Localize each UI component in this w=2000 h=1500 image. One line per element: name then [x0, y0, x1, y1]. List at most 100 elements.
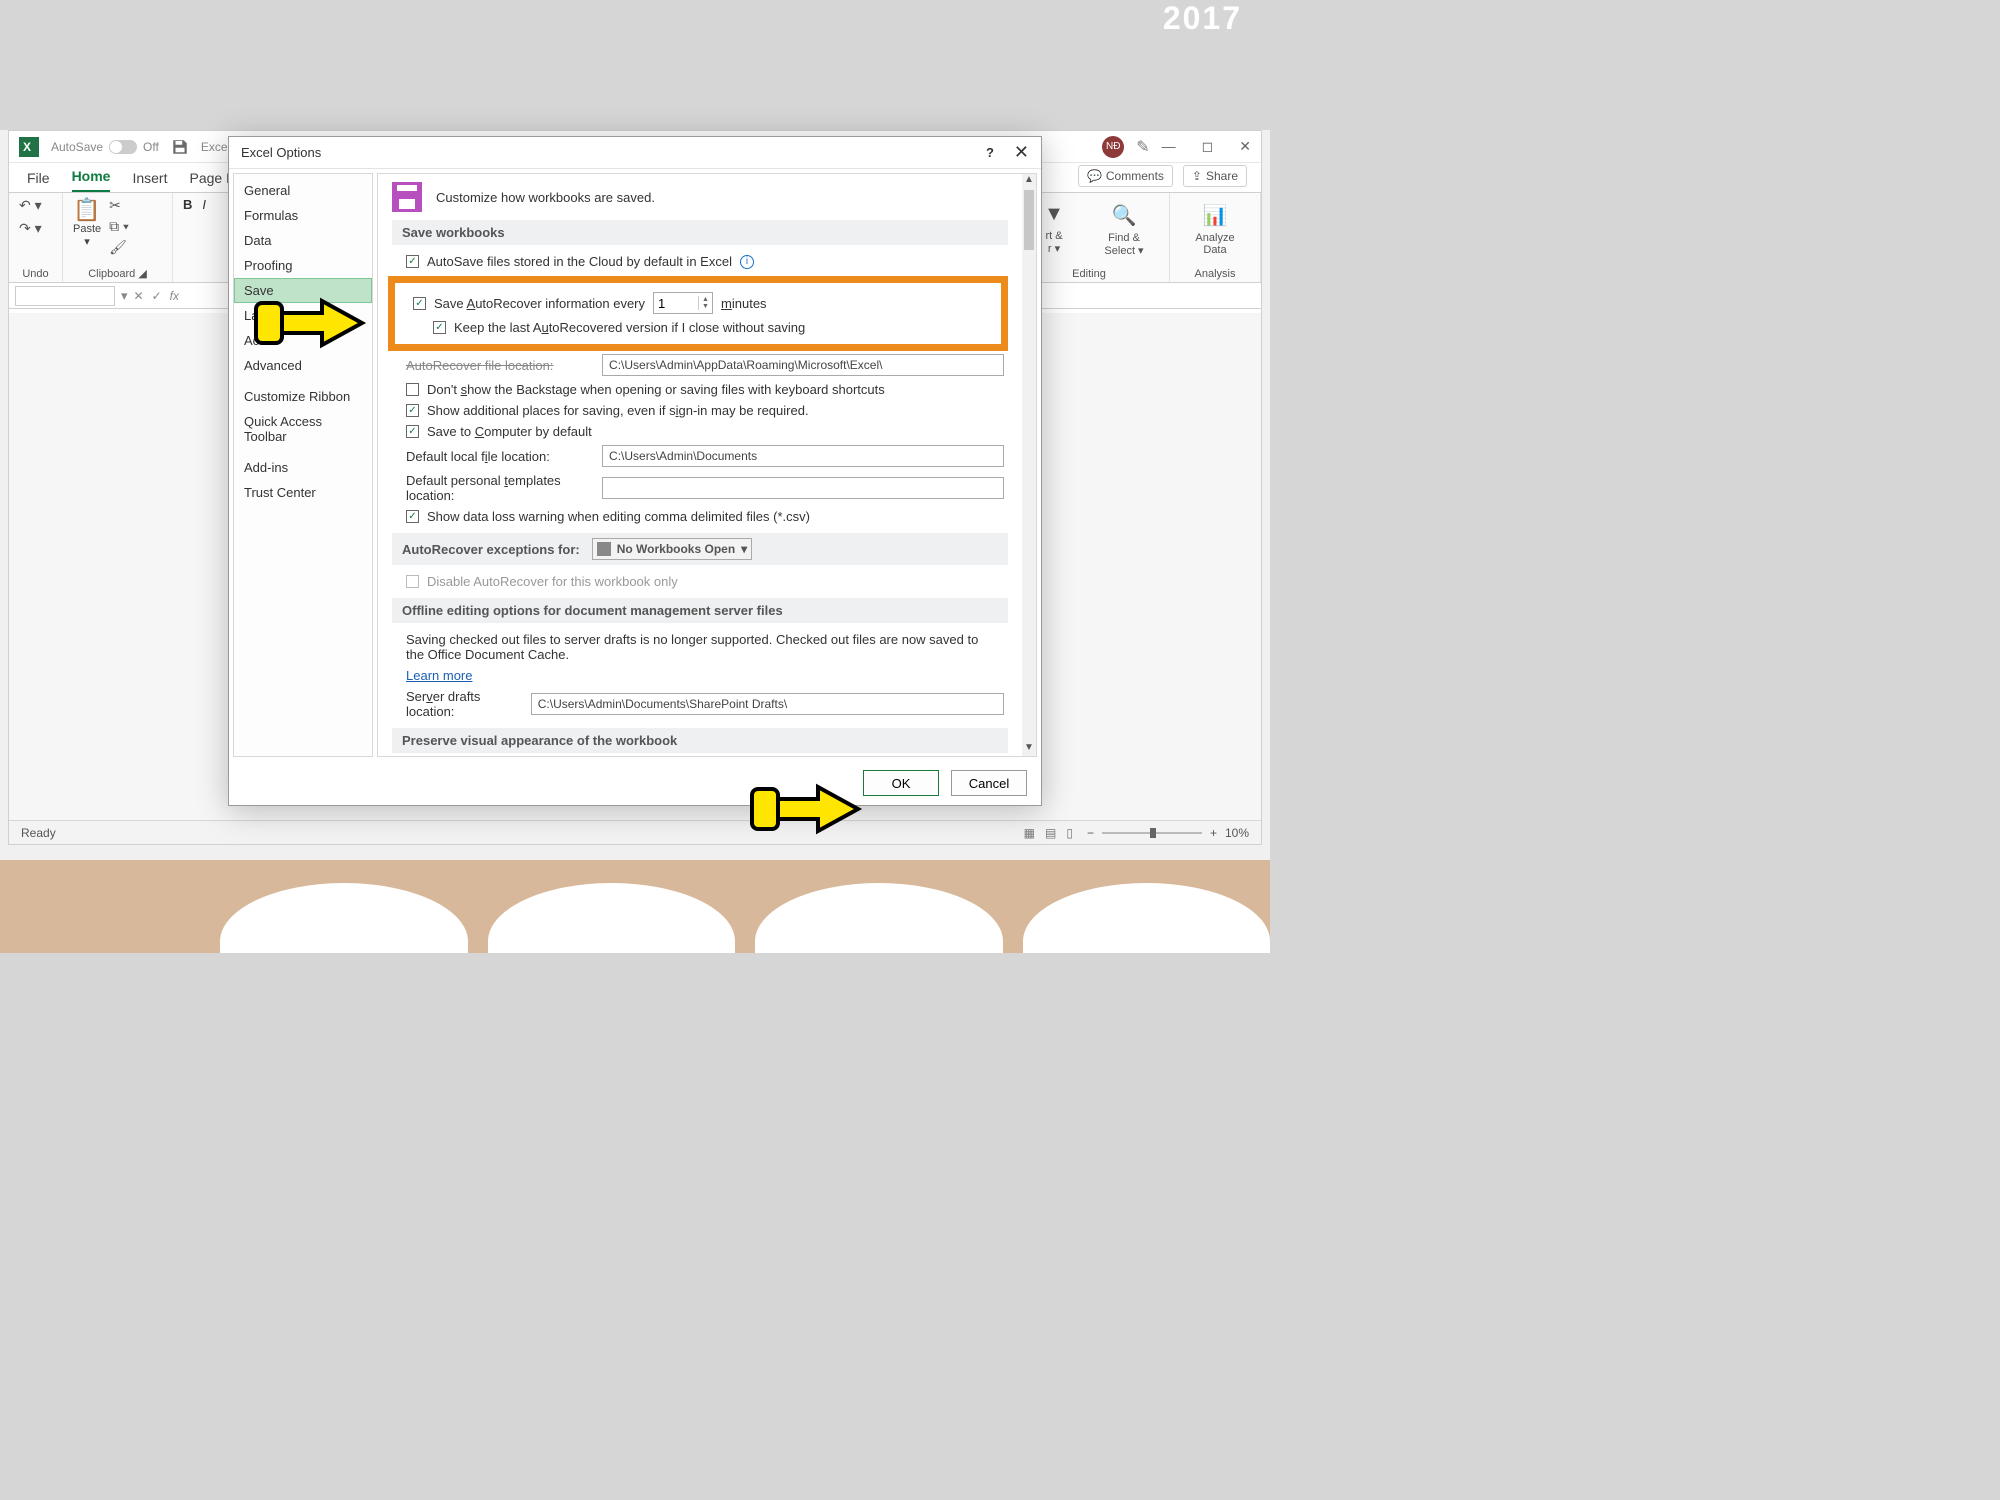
save-icon[interactable] [171, 138, 189, 156]
sidebar-item-trust-center[interactable]: Trust Center [234, 480, 372, 505]
group-undo-label: Undo [19, 266, 52, 280]
sidebar-item-data[interactable]: Data [234, 228, 372, 253]
spin-up-icon[interactable]: ▲ [699, 296, 712, 303]
options-sidebar: General Formulas Data Proofing Save Lan … [233, 173, 373, 757]
dialog-footer: OK Cancel [229, 761, 1041, 805]
tab-insert[interactable]: Insert [132, 170, 167, 192]
sidebar-item-proofing[interactable]: Proofing [234, 253, 372, 278]
input-default-templates[interactable] [602, 477, 1004, 499]
name-box[interactable] [15, 286, 115, 306]
zoom-control[interactable]: − + 10% [1087, 826, 1249, 840]
dialog-title: Excel Options [241, 145, 321, 160]
paste-button[interactable]: 📋 Paste ▾ [73, 197, 101, 248]
sidebar-item-save[interactable]: Save [234, 278, 372, 303]
share-button[interactable]: ⇪ Share [1183, 165, 1247, 187]
chk-dont-show-backstage[interactable] [406, 383, 419, 396]
sidebar-item-advanced[interactable]: Advanced [234, 353, 372, 378]
minimize-icon[interactable]: — [1162, 138, 1176, 155]
autosave-state: Off [143, 140, 159, 154]
input-server-drafts[interactable] [531, 693, 1004, 715]
user-avatar[interactable]: NĐ [1102, 136, 1124, 158]
ribbon-right-buttons: 💬 Comments ⇪ Share [1078, 165, 1247, 187]
redo-icon[interactable]: ↷ ▾ [19, 220, 52, 237]
combo-exceptions-workbook[interactable]: No Workbooks Open ▾ [592, 538, 752, 560]
format-painter-icon[interactable]: 🖌 [109, 239, 129, 256]
sidebar-item-customize-ribbon[interactable]: Customize Ribbon [234, 384, 372, 409]
chk-keep-last[interactable] [433, 321, 446, 334]
find-select-button[interactable]: 🔍Find & Select ▾ [1089, 197, 1159, 263]
ok-button[interactable]: OK [863, 770, 939, 796]
autorecover-minutes-spinner[interactable]: ▲▼ [653, 292, 713, 314]
sidebar-item-accessibility[interactable]: Acc [234, 328, 372, 353]
comments-button[interactable]: 💬 Comments [1078, 165, 1173, 187]
autosave-toggle[interactable]: AutoSave Off [51, 140, 159, 154]
chk-show-additional[interactable] [406, 404, 419, 417]
section-save-workbooks: Save workbooks [392, 220, 1008, 245]
zoom-slider[interactable] [1102, 832, 1202, 834]
section-preserve: Preserve visual appearance of the workbo… [392, 728, 1008, 753]
cancel-formula-icon[interactable]: ✕ [134, 289, 144, 303]
info-icon[interactable]: i [740, 255, 754, 269]
workbook-icon [597, 542, 611, 556]
options-content: Customize how workbooks are saved. Save … [377, 173, 1037, 757]
bold-icon[interactable]: B [183, 197, 192, 212]
fx-icon[interactable]: fx [170, 289, 179, 303]
view-pagebreak-icon[interactable]: ▯ [1066, 826, 1073, 840]
chk-save-to-computer[interactable] [406, 425, 419, 438]
autorecover-highlight: Save AutoRecover information every ▲▼ mi… [388, 276, 1008, 351]
mic-icon[interactable]: ✎ [1136, 137, 1149, 157]
maximize-icon[interactable]: ◻ [1202, 138, 1214, 155]
content-scrollbar[interactable]: ▲ ▼ [1022, 174, 1036, 756]
excel-app-icon [19, 137, 39, 157]
input-autorecover-location[interactable] [602, 354, 1004, 376]
italic-icon[interactable]: I [202, 197, 206, 212]
year-overlay: 2017 [1163, 0, 1242, 37]
learn-more-link[interactable]: Learn more [406, 668, 472, 683]
close-dialog-icon[interactable]: ✕ [1014, 142, 1029, 163]
chevron-down-icon: ▾ [741, 542, 747, 556]
enter-formula-icon[interactable]: ✓ [152, 289, 162, 303]
save-page-icon [392, 182, 422, 212]
status-ready: Ready [21, 826, 56, 840]
section-autorecover-exceptions: AutoRecover exceptions for: No Workbooks… [392, 533, 1008, 565]
copy-icon[interactable]: ⧉ ▾ [109, 218, 129, 235]
chk-show-dataloss[interactable] [406, 510, 419, 523]
lbl-default-local: Default local file location: [406, 449, 594, 464]
zoom-in-icon[interactable]: + [1210, 826, 1217, 840]
group-analysis-label: Analysis [1180, 266, 1250, 280]
help-icon[interactable]: ? [986, 145, 994, 160]
lbl-dont-show-backstage: Don't show the Backstage when opening or… [427, 382, 885, 397]
photo-chairs [220, 883, 1270, 953]
sidebar-item-general[interactable]: General [234, 178, 372, 203]
lbl-minutes: minutes [721, 296, 767, 311]
sidebar-item-addins[interactable]: Add-ins [234, 455, 372, 480]
input-default-local[interactable] [602, 445, 1004, 467]
close-window-icon[interactable]: ✕ [1239, 138, 1251, 155]
scroll-thumb[interactable] [1024, 190, 1034, 250]
lbl-save-autorecover: Save AutoRecover information every [434, 296, 645, 311]
search-icon: 🔍 [1093, 203, 1155, 228]
autorecover-minutes-input[interactable] [654, 296, 698, 311]
chk-save-autorecover[interactable] [413, 297, 426, 310]
scroll-up-icon[interactable]: ▲ [1022, 174, 1036, 188]
view-normal-icon[interactable]: ▦ [1024, 826, 1035, 840]
cancel-button[interactable]: Cancel [951, 770, 1027, 796]
spin-down-icon[interactable]: ▼ [699, 303, 712, 310]
sidebar-item-formulas[interactable]: Formulas [234, 203, 372, 228]
tab-home[interactable]: Home [72, 168, 111, 192]
cut-icon[interactable]: ✂ [109, 197, 129, 214]
sidebar-item-qat[interactable]: Quick Access Toolbar [234, 409, 372, 449]
status-bar: Ready ▦ ▤ ▯ − + 10% [9, 820, 1261, 844]
analyze-data-button[interactable]: 📊Analyze Data [1180, 197, 1250, 262]
lbl-disable-autorecover: Disable AutoRecover for this workbook on… [427, 574, 678, 589]
scroll-down-icon[interactable]: ▼ [1022, 742, 1036, 756]
tab-file[interactable]: File [27, 170, 50, 192]
undo-icon[interactable]: ↶ ▾ [19, 197, 52, 214]
font-controls[interactable]: B I [183, 197, 222, 212]
zoom-out-icon[interactable]: − [1087, 826, 1094, 840]
sidebar-item-language[interactable]: Lan [234, 303, 372, 328]
chk-autosave-cloud[interactable] [406, 255, 419, 268]
toggle-switch-icon[interactable] [109, 140, 137, 154]
view-pagelayout-icon[interactable]: ▤ [1045, 826, 1056, 840]
clipboard-icon: 📋 [73, 197, 100, 223]
